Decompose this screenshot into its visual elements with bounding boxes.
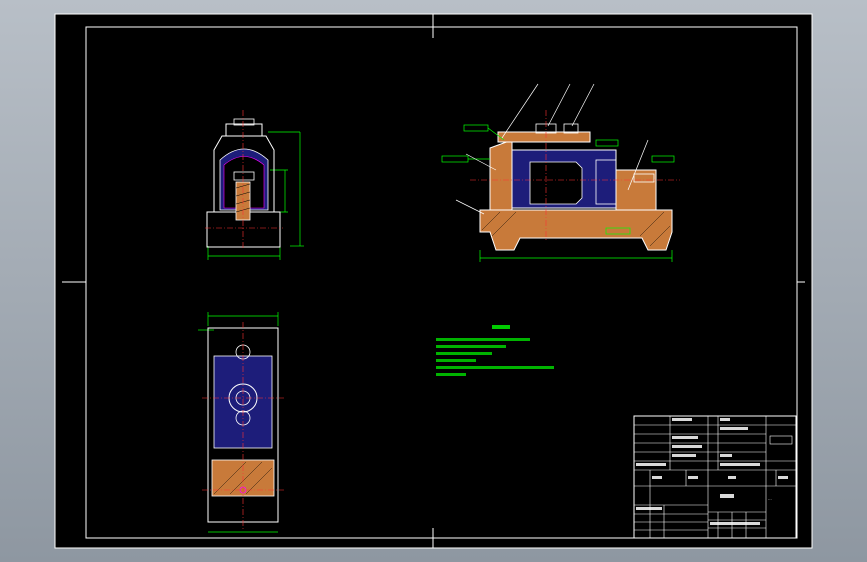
cad-drawing-canvas[interactable]: ... [0,0,867,562]
cad-viewport[interactable]: ... [0,0,867,562]
drawing-sheet [54,13,813,549]
drawing-name: ... [768,496,772,501]
